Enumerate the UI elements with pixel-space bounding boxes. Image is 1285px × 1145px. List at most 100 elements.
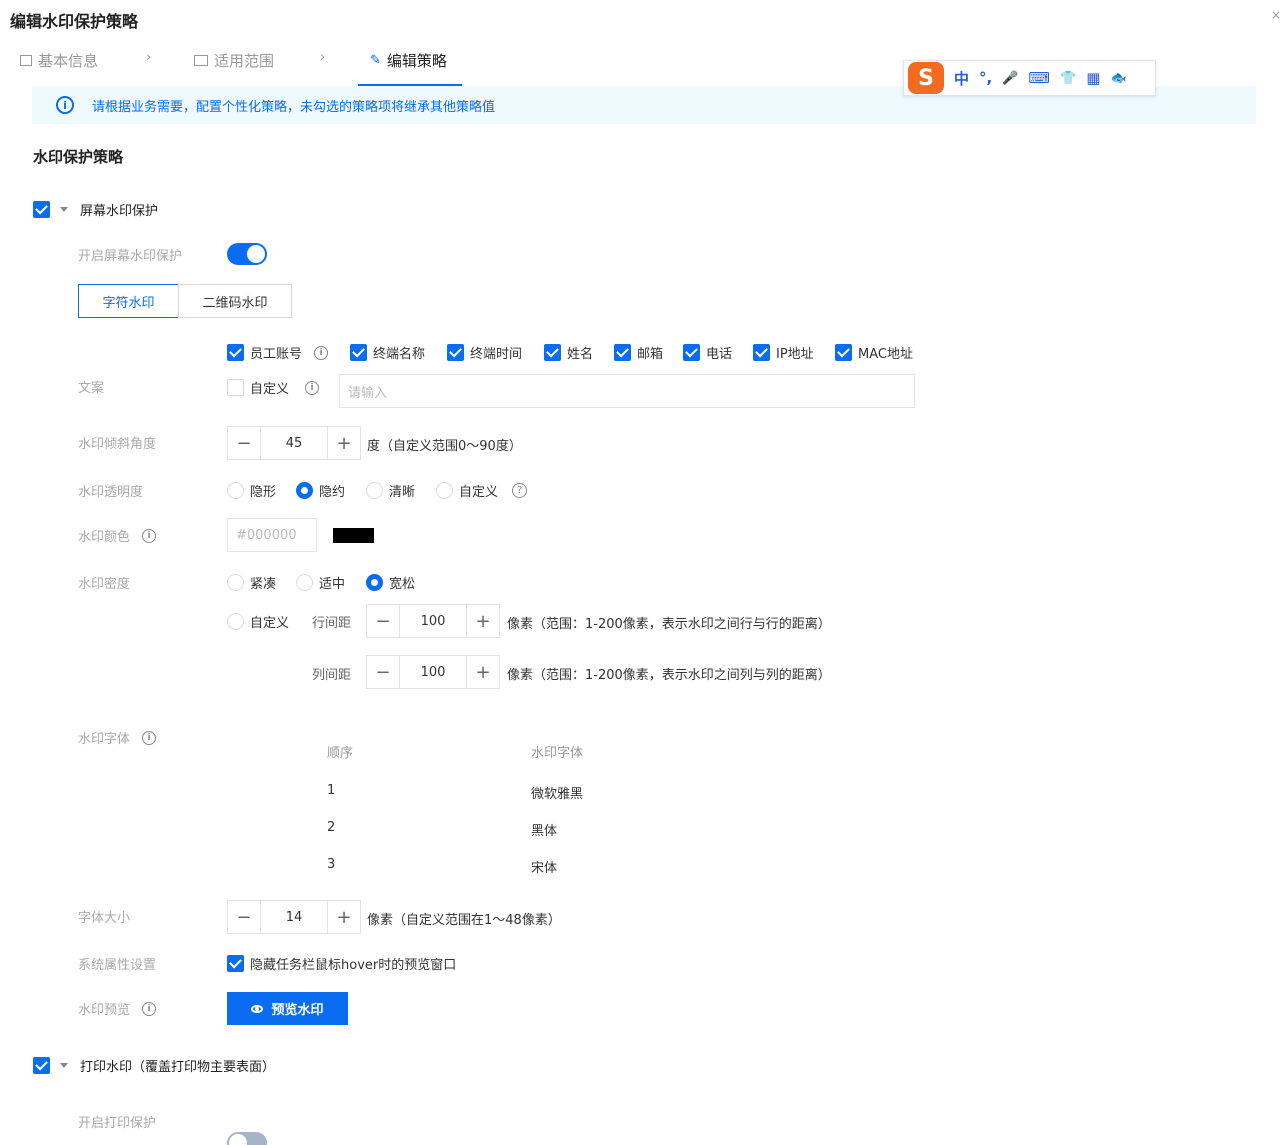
decrement-button[interactable]: − bbox=[228, 427, 260, 459]
custom-content-input[interactable]: 请输入 bbox=[339, 374, 915, 408]
col-gap-value[interactable]: 100 bbox=[399, 656, 467, 688]
enable-print-toggle[interactable] bbox=[227, 1132, 267, 1145]
radio[interactable] bbox=[296, 482, 313, 499]
row-gap-value[interactable]: 100 bbox=[399, 605, 467, 637]
color-swatch[interactable] bbox=[333, 528, 374, 543]
option-custom[interactable]: 自定义 i bbox=[227, 378, 320, 397]
step-edit-policy[interactable]: ✎ 编辑策略 bbox=[370, 50, 447, 71]
decrement-button[interactable]: − bbox=[228, 901, 260, 933]
opacity-hidden[interactable]: 隐形 bbox=[227, 481, 276, 500]
increment-button[interactable]: + bbox=[328, 427, 360, 459]
system-settings-label: 系统属性设置 bbox=[78, 958, 157, 973]
option-ip-address[interactable]: IP地址 bbox=[753, 343, 814, 362]
increment-button[interactable]: + bbox=[467, 605, 499, 637]
decrement-button[interactable]: − bbox=[367, 605, 399, 637]
table-row-font[interactable]: 黑体 bbox=[531, 820, 557, 839]
info-icon[interactable]: i bbox=[305, 380, 320, 395]
caret-down-icon[interactable] bbox=[60, 1063, 68, 1068]
increment-button[interactable]: + bbox=[467, 656, 499, 688]
option-terminal-time[interactable]: 终端时间 bbox=[447, 343, 522, 362]
caret-down-icon[interactable] bbox=[60, 207, 68, 212]
increment-button[interactable]: + bbox=[328, 901, 360, 933]
checkbox[interactable] bbox=[544, 344, 561, 361]
mascot-icon[interactable]: 🐟 bbox=[1110, 71, 1126, 86]
checkbox[interactable] bbox=[350, 344, 367, 361]
step-scope[interactable]: 适用范围 bbox=[194, 50, 274, 71]
keyboard-icon[interactable]: ⌨ bbox=[1028, 69, 1050, 87]
checkbox[interactable] bbox=[227, 955, 244, 972]
font-size-value[interactable]: 14 bbox=[260, 901, 328, 933]
radio[interactable] bbox=[227, 613, 244, 630]
density-loose[interactable]: 宽松 bbox=[366, 573, 415, 592]
density-label: 水印密度 bbox=[78, 577, 131, 592]
tab-text-watermark[interactable]: 字符水印 bbox=[78, 284, 179, 318]
opacity-custom[interactable]: 自定义 ? bbox=[436, 481, 528, 500]
ime-punctuation-icon[interactable]: °, bbox=[979, 69, 992, 87]
option-name[interactable]: 姓名 bbox=[544, 343, 593, 362]
help-icon[interactable]: ? bbox=[512, 483, 528, 498]
opacity-faint[interactable]: 隐约 bbox=[296, 481, 345, 500]
print-watermark-checkbox[interactable] bbox=[33, 1057, 50, 1074]
opacity-clear[interactable]: 清晰 bbox=[366, 481, 415, 500]
option-label: 终端时间 bbox=[470, 347, 523, 362]
option-phone[interactable]: 电话 bbox=[683, 343, 732, 362]
option-email[interactable]: 邮箱 bbox=[614, 343, 663, 362]
chevron-right-icon: › bbox=[146, 50, 152, 65]
preview-watermark-button[interactable]: 预览水印 bbox=[227, 992, 348, 1025]
screen-watermark-checkbox[interactable] bbox=[33, 201, 50, 218]
decrement-button[interactable]: − bbox=[367, 656, 399, 688]
checkbox[interactable] bbox=[753, 344, 770, 361]
density-custom[interactable]: 自定义 bbox=[227, 612, 289, 631]
toolbox-icon[interactable]: ▦ bbox=[1086, 69, 1100, 87]
info-icon[interactable]: i bbox=[142, 730, 157, 745]
checkbox[interactable] bbox=[614, 344, 631, 361]
step-basic-info[interactable]: 基本信息 bbox=[20, 50, 98, 71]
option-mac-address[interactable]: MAC地址 bbox=[835, 343, 913, 362]
radio[interactable] bbox=[436, 482, 453, 499]
density-medium[interactable]: 适中 bbox=[296, 573, 345, 592]
info-icon[interactable]: i bbox=[142, 528, 157, 543]
font-table-header-order: 顺序 bbox=[327, 746, 354, 761]
table-row-font[interactable]: 宋体 bbox=[531, 857, 557, 876]
option-employee-account[interactable]: 员工账号 i bbox=[227, 343, 329, 362]
table-row-font[interactable]: 微软雅黑 bbox=[531, 783, 583, 802]
microphone-icon[interactable]: 🎤 bbox=[1002, 71, 1018, 86]
info-icon: i bbox=[56, 96, 74, 114]
ime-chinese-mode[interactable]: 中 bbox=[954, 68, 969, 89]
print-watermark-title: 打印水印（覆盖打印物主要表面） bbox=[80, 1060, 276, 1075]
option-label: 姓名 bbox=[567, 347, 594, 362]
angle-value[interactable]: 45 bbox=[260, 427, 328, 459]
skin-icon[interactable]: 👕 bbox=[1060, 71, 1076, 86]
preview-label: 水印预览 bbox=[78, 1003, 131, 1018]
info-icon[interactable]: i bbox=[142, 1001, 157, 1016]
tab-qrcode-watermark[interactable]: 二维码水印 bbox=[178, 284, 292, 318]
radio[interactable] bbox=[227, 482, 244, 499]
sogou-logo-icon[interactable]: S bbox=[908, 62, 944, 94]
checkbox[interactable] bbox=[835, 344, 852, 361]
radio[interactable] bbox=[296, 574, 313, 591]
hide-taskbar-preview-option[interactable]: 隐藏任务栏鼠标hover时的预览窗口 bbox=[227, 954, 456, 973]
col-gap-stepper[interactable]: − 100 + bbox=[366, 655, 500, 689]
option-terminal-name[interactable]: 终端名称 bbox=[350, 343, 425, 362]
checkbox[interactable] bbox=[447, 344, 464, 361]
close-icon[interactable]: × bbox=[1271, 8, 1281, 22]
radio[interactable] bbox=[366, 482, 383, 499]
checkbox[interactable] bbox=[683, 344, 700, 361]
radio[interactable] bbox=[227, 574, 244, 591]
color-input[interactable]: #000000 bbox=[227, 518, 317, 552]
col-gap-unit: 像素（范围：1-200像素，表示水印之间列与列的距离） bbox=[507, 668, 831, 683]
font-table-header-font: 水印字体 bbox=[531, 746, 584, 761]
info-icon[interactable]: i bbox=[314, 345, 329, 360]
option-label: 终端名称 bbox=[373, 347, 426, 362]
enable-screen-toggle[interactable] bbox=[227, 243, 267, 265]
angle-stepper[interactable]: − 45 + bbox=[227, 426, 361, 460]
step-label: 适用范围 bbox=[214, 52, 275, 70]
checkbox[interactable] bbox=[227, 344, 244, 361]
checkbox[interactable] bbox=[227, 379, 244, 396]
density-compact[interactable]: 紧凑 bbox=[227, 573, 276, 592]
font-size-stepper[interactable]: − 14 + bbox=[227, 900, 361, 934]
radio[interactable] bbox=[366, 574, 383, 591]
content-label: 文案 bbox=[78, 381, 105, 396]
ime-toolbar[interactable]: S 中 °, 🎤 ⌨ 👕 ▦ 🐟 bbox=[903, 60, 1156, 96]
row-gap-stepper[interactable]: − 100 + bbox=[366, 604, 500, 638]
